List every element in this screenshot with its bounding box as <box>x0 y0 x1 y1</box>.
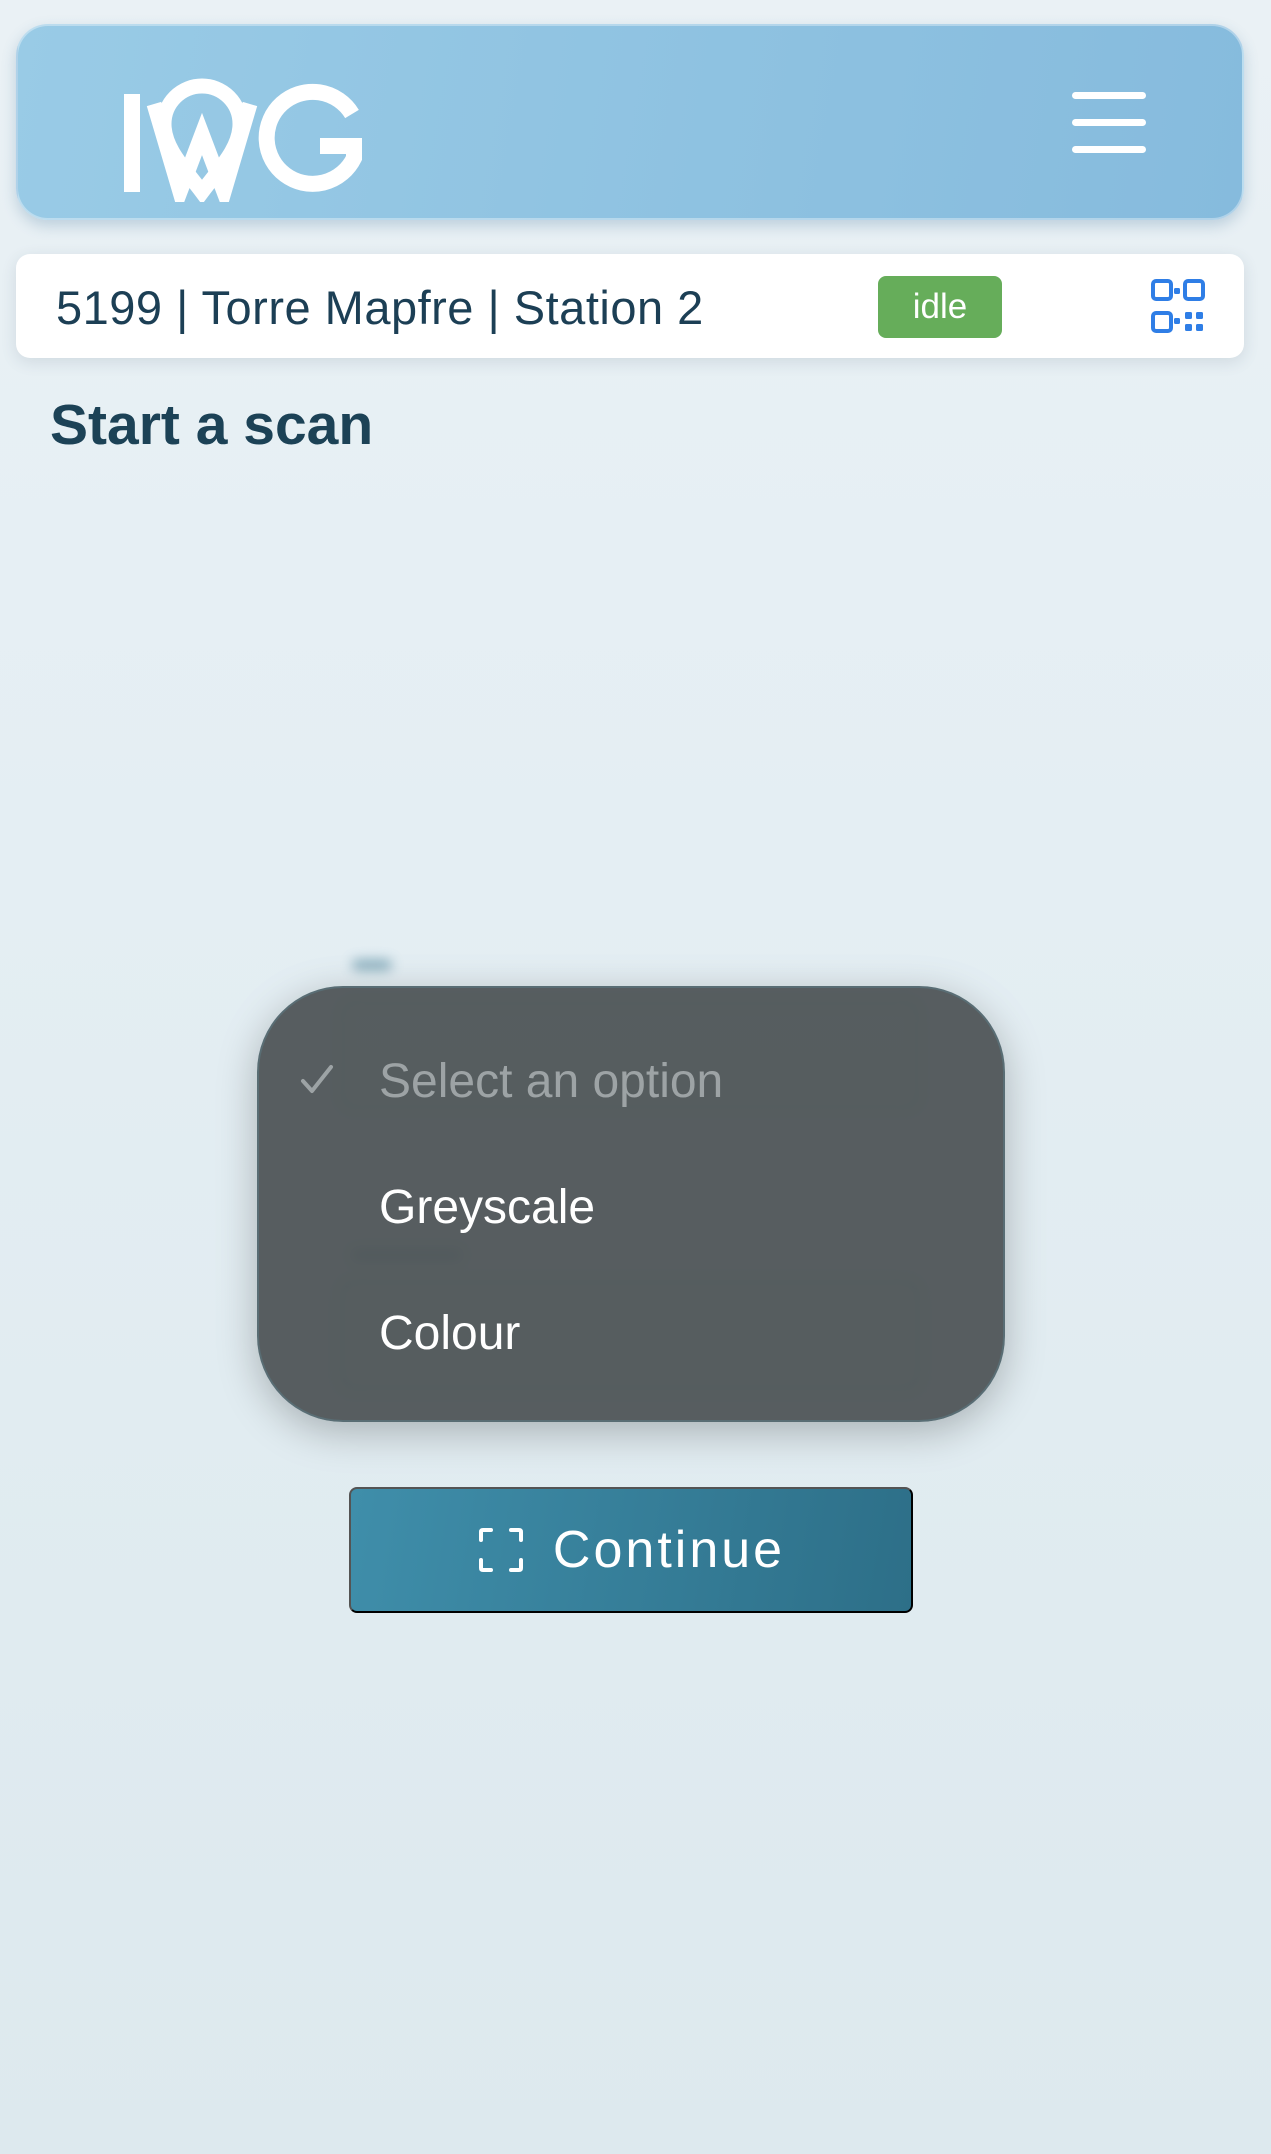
iwg-logo[interactable] <box>124 72 364 202</box>
continue-label: Continue <box>552 1521 786 1579</box>
app-header <box>16 24 1244 220</box>
option-select-an-option[interactable]: Select an option <box>259 1028 1007 1138</box>
station-label: 5199 | Torre Mapfre | Station 2 <box>56 281 704 334</box>
continue-button[interactable]: Continue <box>349 1487 913 1613</box>
field-label-placeholder <box>352 960 392 970</box>
page-title: Start a scan <box>50 393 374 457</box>
option-label: Greyscale <box>379 1181 596 1234</box>
checkmark-icon <box>301 1065 333 1093</box>
qr-code-icon[interactable] <box>1150 278 1206 334</box>
option-colour[interactable]: Colour <box>259 1280 1007 1390</box>
scan-frame-icon <box>478 1528 523 1572</box>
status-badge: idle <box>878 276 1002 338</box>
option-label: Colour <box>379 1307 521 1360</box>
hamburger-menu-icon[interactable] <box>1072 92 1146 156</box>
option-greyscale[interactable]: Greyscale <box>259 1154 1007 1264</box>
station-bar: 5199 | Torre Mapfre | Station 2 idle <box>16 254 1244 358</box>
colour-mode-dropdown: Select an option Greyscale Colour <box>257 986 1005 1422</box>
option-label: Select an option <box>379 1055 724 1108</box>
